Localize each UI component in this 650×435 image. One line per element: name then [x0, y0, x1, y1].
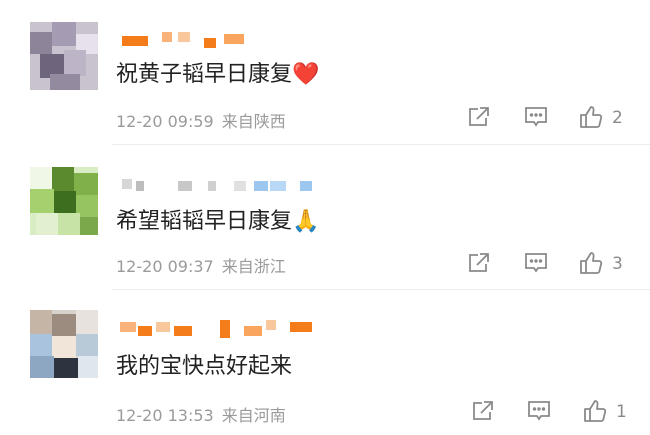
- thumbs-up-icon: [580, 106, 603, 128]
- username-blurred[interactable]: [116, 177, 316, 195]
- like-button[interactable]: [578, 104, 606, 132]
- comment-button[interactable]: [523, 250, 551, 278]
- avatar[interactable]: [30, 167, 98, 235]
- share-icon: [469, 253, 489, 272]
- comment-icon: [528, 401, 550, 421]
- like-button[interactable]: [582, 398, 610, 426]
- comment-time: 12-20 13:53: [116, 406, 214, 425]
- like-button[interactable]: [578, 250, 606, 278]
- like-count: 2: [612, 108, 623, 128]
- comment-text: 我的宝快点好起来: [116, 354, 293, 379]
- share-button[interactable]: [466, 250, 494, 278]
- comment-button[interactable]: [523, 104, 551, 132]
- comment-icon: [525, 253, 547, 273]
- comment-button[interactable]: [526, 398, 554, 426]
- comment-item: 我的宝快点好起来 12-20 13:53 来自河南 1: [0, 290, 650, 435]
- comment-location: 来自河南: [221, 406, 286, 425]
- comment-text: 希望韬韬早日康复🙏: [116, 209, 320, 234]
- comment-icon: [525, 107, 547, 127]
- comment-item: 祝黄子韬早日康复❤️ 12-20 09:59 来自陕西 2: [0, 0, 650, 145]
- thumbs-up-icon: [584, 400, 607, 422]
- username-blurred[interactable]: [116, 32, 256, 50]
- like-count: 1: [616, 402, 627, 422]
- like-count: 3: [612, 254, 623, 274]
- comment-location: 来自陕西: [221, 112, 286, 131]
- comment-item: 希望韬韬早日康复🙏 12-20 09:37 来自浙江 3: [0, 145, 650, 290]
- comment-location: 来自浙江: [221, 257, 286, 276]
- share-icon: [473, 401, 493, 420]
- username-blurred[interactable]: [116, 320, 326, 338]
- thumbs-up-icon: [580, 252, 603, 274]
- share-button[interactable]: [466, 104, 494, 132]
- comment-text: 祝黄子韬早日康复❤️: [116, 62, 320, 87]
- comment-meta: 12-20 09:37 来自浙江: [116, 253, 286, 277]
- comment-time: 12-20 09:59: [116, 112, 214, 131]
- avatar[interactable]: [30, 310, 98, 378]
- comment-meta: 12-20 13:53 来自河南: [116, 402, 286, 426]
- share-button[interactable]: [470, 398, 498, 426]
- comment-time: 12-20 09:37: [116, 257, 214, 276]
- share-icon: [469, 107, 489, 126]
- comment-meta: 12-20 09:59 来自陕西: [116, 108, 286, 132]
- avatar[interactable]: [30, 22, 98, 90]
